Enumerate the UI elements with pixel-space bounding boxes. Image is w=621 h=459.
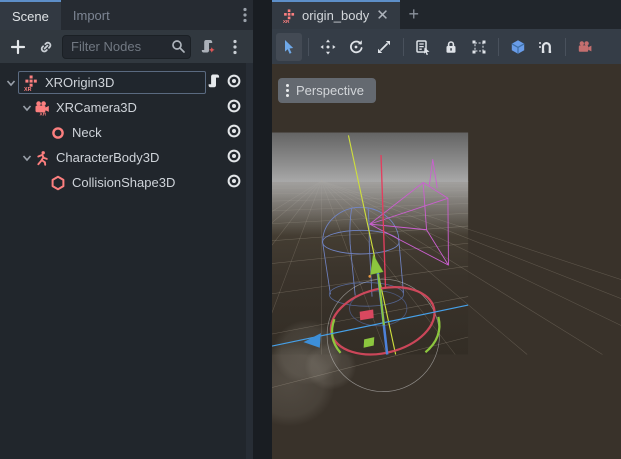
dock-menu-button[interactable] [237, 0, 253, 30]
vertical-dots-icon [243, 7, 247, 23]
sky [272, 133, 468, 182]
marker-orange-dot [368, 275, 371, 278]
node-name: Neck [72, 125, 102, 140]
camera-preview-icon [577, 39, 593, 55]
visibility-toggle[interactable] [226, 148, 242, 167]
script-icon [206, 73, 222, 89]
visibility-toggle[interactable] [226, 173, 242, 192]
link-icon [38, 39, 54, 55]
character-body-icon [34, 150, 50, 166]
script-attached-button[interactable] [206, 73, 222, 92]
scene-dock-toolbar [0, 30, 253, 63]
tool-scale-button[interactable] [371, 33, 397, 61]
eye-icon [226, 73, 242, 89]
collision-shape-icon [50, 175, 66, 191]
ring-icon [50, 125, 66, 141]
node-name: XRCamera3D [56, 100, 137, 115]
tool-rotate-button[interactable] [343, 33, 369, 61]
tree-scrollbar[interactable] [246, 63, 253, 459]
scale-icon [376, 39, 392, 55]
add-node-button[interactable] [6, 35, 30, 59]
tool-camera-preview-button[interactable] [572, 33, 598, 61]
list-select-icon [415, 39, 431, 55]
main-viewport-pane: XR origin_body ✕ + [272, 0, 621, 459]
tree-row-characterbody3d[interactable]: CharacterBody3D [0, 145, 246, 170]
tool-move-button[interactable] [315, 33, 341, 61]
node-name: XROrigin3D [45, 75, 114, 90]
move-icon [320, 39, 336, 55]
svg-text:XR: XR [40, 111, 47, 115]
visibility-toggle[interactable] [226, 73, 242, 92]
tool-list-select-button[interactable] [410, 33, 436, 61]
tree-row-xrcamera3d[interactable]: XR XRCamera3D [0, 95, 246, 120]
tab-scene[interactable]: Scene [0, 0, 61, 30]
toolbar-separator [498, 38, 499, 56]
xr-origin-icon: XR [282, 9, 296, 23]
xr-camera-icon: XR [34, 100, 50, 116]
dock-splitter[interactable] [253, 0, 272, 459]
vertical-dots-icon [286, 84, 289, 97]
rotate-icon [348, 39, 364, 55]
svg-text:XR: XR [283, 19, 290, 23]
viewport-toolbar [272, 29, 621, 64]
tool-local-space-button[interactable] [505, 33, 531, 61]
scene-tree: XR XROrigin3D [0, 63, 246, 459]
attach-script-button[interactable] [195, 35, 219, 59]
viewport-3d[interactable]: Perspective [272, 64, 621, 459]
godot-editor-window: Scene Import [0, 0, 621, 459]
toolbar-separator [565, 38, 566, 56]
node-name-field[interactable]: XR XROrigin3D [18, 71, 206, 94]
scene-tab-bar: XR origin_body ✕ + [272, 0, 621, 29]
tab-import[interactable]: Import [61, 0, 122, 30]
tree-row-collisionshape3d[interactable]: CollisionShape3D [0, 170, 246, 195]
script-star-icon [199, 38, 216, 55]
tool-snap-button[interactable] [533, 33, 559, 61]
eye-icon [226, 148, 242, 164]
tree-row-xrorigin3d[interactable]: XR XROrigin3D [0, 70, 246, 95]
group-icon [471, 39, 487, 55]
instance-scene-button[interactable] [34, 35, 58, 59]
cube-icon [510, 39, 526, 55]
expand-arrow-icon[interactable] [4, 78, 18, 88]
visibility-toggle[interactable] [226, 123, 242, 142]
perspective-menu-button[interactable]: Perspective [278, 78, 376, 103]
expand-arrow-icon[interactable] [20, 103, 34, 113]
tree-row-neck[interactable]: Neck [0, 120, 246, 145]
toolbar-separator [308, 38, 309, 56]
node-name: CollisionShape3D [72, 175, 175, 190]
filter-nodes-wrap [62, 35, 191, 59]
new-scene-tab-button[interactable]: + [400, 0, 428, 29]
tool-group-button[interactable] [466, 33, 492, 61]
scene-dock: Scene Import [0, 0, 253, 459]
eye-icon [226, 123, 242, 139]
visibility-toggle[interactable] [226, 98, 242, 117]
tab-label: origin_body [302, 8, 369, 23]
node-name: CharacterBody3D [56, 150, 159, 165]
vertical-dots-icon [233, 39, 237, 55]
close-icon[interactable]: ✕ [375, 8, 390, 23]
eye-icon [226, 98, 242, 114]
magnet-icon [538, 39, 554, 55]
svg-text:XR: XR [24, 87, 32, 91]
search-icon [171, 39, 186, 54]
eye-icon [226, 173, 242, 189]
perspective-label: Perspective [296, 83, 364, 98]
scene-dock-tabs: Scene Import [0, 0, 253, 30]
plus-icon [10, 39, 26, 55]
select-arrow-icon [281, 39, 297, 55]
toolbar-separator [403, 38, 404, 56]
lock-icon [443, 39, 459, 55]
tool-lock-button[interactable] [438, 33, 464, 61]
scene-tree-menu-button[interactable] [223, 35, 247, 59]
tool-select-button[interactable] [276, 33, 302, 61]
expand-arrow-icon[interactable] [20, 153, 34, 163]
xr-origin-icon: XR [23, 75, 39, 91]
tab-origin-body[interactable]: XR origin_body ✕ [272, 0, 400, 29]
viewport-canvas[interactable] [272, 64, 621, 459]
